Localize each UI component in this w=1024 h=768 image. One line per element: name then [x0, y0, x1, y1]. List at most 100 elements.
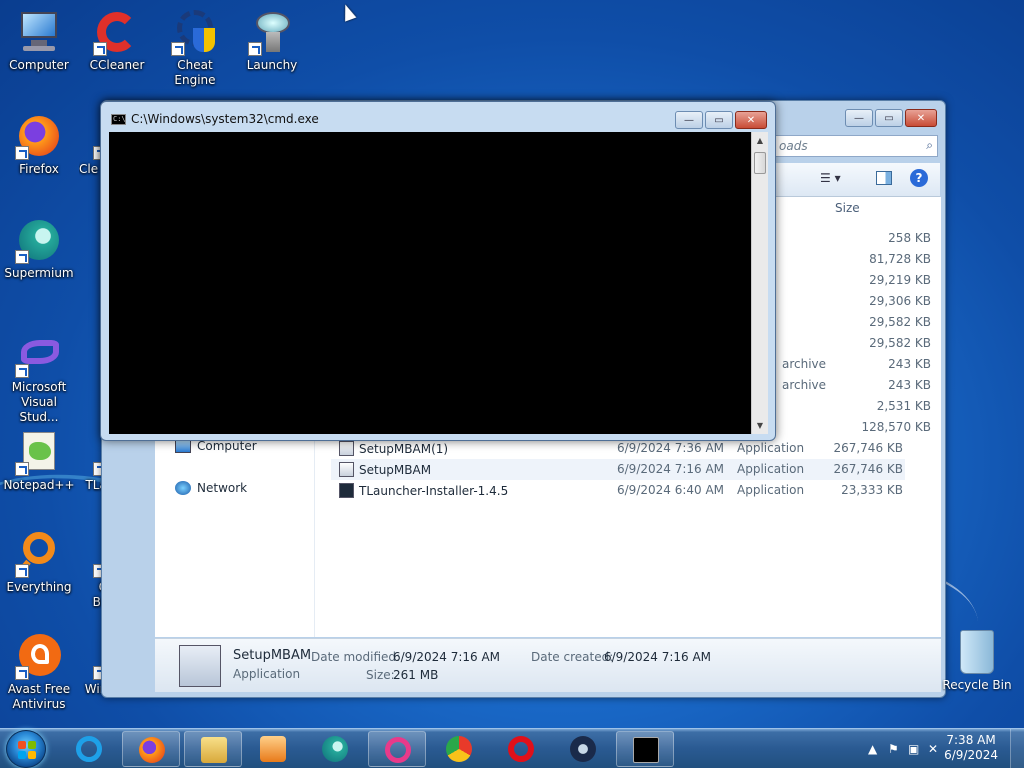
- size-cell: 29,219 KB: [869, 273, 931, 287]
- size-cell: 243 KB: [888, 378, 931, 392]
- action-center-flag-icon[interactable]: ⚑: [888, 742, 899, 756]
- avast-icon: [15, 632, 63, 680]
- supermium-icon: [15, 216, 63, 264]
- details-created-value: 6/9/2024 7:16 AM: [604, 650, 712, 664]
- taskbar-cmd[interactable]: [616, 731, 674, 767]
- file-name: SetupMBAM(1): [339, 441, 448, 456]
- explorer-caption-buttons: — ▭ ✕: [845, 109, 937, 127]
- search-input[interactable]: oads ⌕: [772, 135, 938, 157]
- taskbar-supermium[interactable]: [306, 731, 364, 767]
- cmd-icon: C:\: [111, 114, 126, 125]
- console-output[interactable]: [109, 132, 751, 434]
- show-hidden-icons-icon[interactable]: ▲: [868, 742, 877, 756]
- nav-label: Network: [197, 481, 248, 495]
- minimize-button[interactable]: —: [675, 111, 703, 129]
- size-cell: 2,531 KB: [876, 399, 931, 413]
- cmd-caption-buttons: — ▭ ✕: [675, 111, 767, 129]
- console-scrollbar[interactable]: ▲ ▼: [751, 132, 768, 434]
- volume-muted-icon[interactable]: ✕: [928, 742, 938, 756]
- chrome-icon: [446, 736, 472, 762]
- everything-icon: [15, 530, 63, 578]
- desktop-icon-label: Launchy: [246, 58, 298, 72]
- taskbar-opera[interactable]: [492, 731, 550, 767]
- size-cell: 29,582 KB: [869, 336, 931, 350]
- minimize-button[interactable]: —: [845, 109, 873, 127]
- close-button[interactable]: ✕: [735, 111, 767, 129]
- cheat-engine-icon: [171, 8, 219, 56]
- size-cell: 128,570 KB: [861, 420, 931, 434]
- maximize-button[interactable]: ▭: [875, 109, 903, 127]
- desktop-icon-launchy[interactable]: Launchy: [234, 4, 310, 100]
- close-button[interactable]: ✕: [905, 109, 937, 127]
- tlauncher-icon: [339, 483, 354, 498]
- scroll-down-arrow-icon[interactable]: ▼: [752, 417, 768, 434]
- desktop-icon-label: Supermium: [4, 266, 74, 280]
- desktop-icon-label: Cheat Engine: [174, 58, 216, 87]
- taskbar-media-player[interactable]: [244, 731, 302, 767]
- nav-label: Computer: [197, 439, 257, 453]
- taskbar-opera-gx[interactable]: [368, 731, 426, 767]
- desktop-icon-firefox[interactable]: Firefox: [1, 108, 77, 204]
- size-cell: 243 KB: [888, 357, 931, 371]
- desktop-icon-label: Notepad++: [3, 478, 75, 492]
- taskbar-internet-explorer[interactable]: [60, 731, 118, 767]
- file-type: Application: [737, 441, 805, 455]
- file-size: 267,746 KB: [833, 441, 903, 455]
- taskbar-file-explorer[interactable]: [184, 731, 242, 767]
- installer-icon: [339, 462, 354, 477]
- network-icon[interactable]: ▣: [908, 742, 919, 756]
- search-icon: ⌕: [926, 138, 933, 152]
- details-file-name: SetupMBAM: [233, 648, 312, 663]
- file-row[interactable]: TLauncher-Installer-1.4.5 6/9/2024 6:40 …: [331, 480, 905, 501]
- preview-pane-icon[interactable]: [876, 171, 892, 185]
- opera-gx-icon: [385, 737, 411, 763]
- type-cell: archive: [782, 357, 827, 371]
- view-options-icon[interactable]: ☰ ▾: [820, 171, 841, 185]
- scrollbar-thumb[interactable]: [754, 152, 766, 174]
- taskbar-chrome[interactable]: [430, 731, 488, 767]
- system-tray: ▲ ⚑ ▣ ✕ 7:38 AM 6/9/2024: [844, 729, 1024, 768]
- ccleaner-icon: [93, 8, 141, 56]
- file-type: Application: [737, 462, 805, 476]
- column-header-size[interactable]: Size: [835, 197, 860, 219]
- firefox-icon: [139, 737, 165, 763]
- show-desktop-button[interactable]: [1010, 729, 1024, 768]
- desktop-icon-notepadpp[interactable]: Notepad++: [1, 424, 77, 520]
- desktop-icon-label: Everything: [6, 580, 72, 594]
- cmd-icon: [633, 737, 659, 763]
- type-cell: archive: [782, 378, 827, 392]
- desktop-icon-supermium[interactable]: Supermium: [1, 212, 77, 308]
- file-size: 23,333 KB: [841, 483, 903, 497]
- cmd-window[interactable]: C:\ C:\Windows\system32\cmd.exe — ▭ ✕ ▲ …: [100, 101, 776, 441]
- maximize-button[interactable]: ▭: [705, 111, 733, 129]
- desktop-icon-avast[interactable]: Avast Free Antivirus: [1, 628, 77, 724]
- nav-item-computer[interactable]: Computer: [175, 439, 257, 453]
- details-pane: SetupMBAM Application Date modified: 6/9…: [155, 638, 941, 692]
- help-icon[interactable]: ?: [910, 169, 928, 187]
- size-cell: 29,306 KB: [869, 294, 931, 308]
- desktop-icon-visual-studio[interactable]: Microsoft Visual Stud...: [1, 326, 77, 424]
- desktop-icon-label: Recycle Bin: [942, 678, 1012, 692]
- file-date: 6/9/2024 6:40 AM: [617, 483, 725, 497]
- system-clock[interactable]: 7:38 AM 6/9/2024: [944, 733, 998, 763]
- file-row[interactable]: SetupMBAM(1) 6/9/2024 7:36 AM Applicatio…: [331, 438, 905, 459]
- details-size-label: Size:: [366, 668, 395, 682]
- desktop-icon-everything[interactable]: Everything: [1, 526, 77, 622]
- desktop-icon-computer[interactable]: Computer: [1, 4, 77, 100]
- installer-icon: [339, 441, 354, 456]
- taskbar-firefox[interactable]: [122, 731, 180, 767]
- desktop-icon-ccleaner[interactable]: CCleaner: [79, 4, 155, 100]
- computer-icon: [15, 8, 63, 56]
- taskbar-steam[interactable]: [554, 731, 612, 767]
- desktop-icon-recycle-bin[interactable]: Recycle Bin: [942, 630, 1012, 692]
- start-button[interactable]: [6, 730, 46, 768]
- file-row-selected[interactable]: SetupMBAM 6/9/2024 7:16 AM Application 2…: [331, 459, 905, 480]
- network-icon: [175, 481, 191, 495]
- file-type: Application: [737, 483, 805, 497]
- cmd-window-title: C:\Windows\system32\cmd.exe: [131, 112, 319, 126]
- desktop-icon-cheat-engine[interactable]: Cheat Engine: [157, 4, 233, 100]
- scroll-up-arrow-icon[interactable]: ▲: [752, 132, 768, 149]
- computer-icon: [175, 439, 191, 453]
- nav-item-network[interactable]: Network: [175, 481, 247, 495]
- internet-explorer-icon: [76, 736, 102, 762]
